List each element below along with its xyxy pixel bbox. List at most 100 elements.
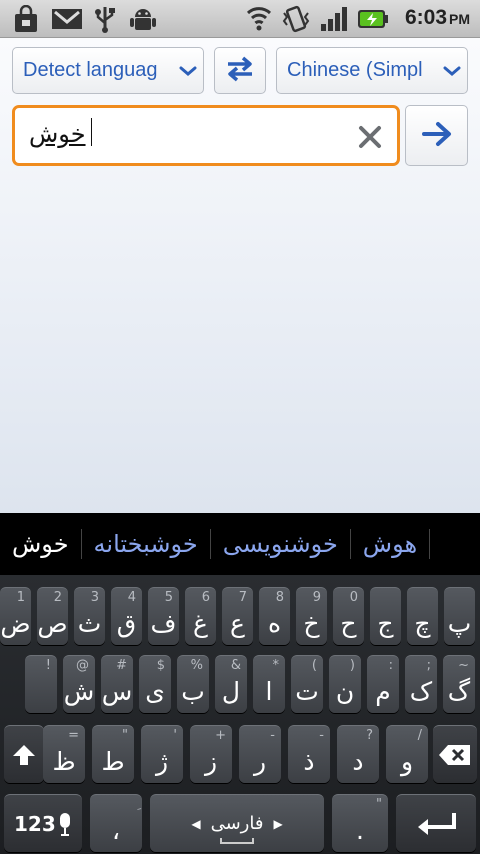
key-hint: = — [68, 728, 79, 743]
key[interactable]: = ظ — [43, 725, 85, 783]
key[interactable]: ; ک — [405, 655, 437, 713]
key[interactable]: 8ه — [259, 587, 290, 645]
key[interactable]: % ب — [177, 655, 209, 713]
key[interactable]: ج — [370, 587, 401, 645]
key-label: چ — [414, 609, 431, 638]
android-debug-icon — [127, 5, 159, 33]
key[interactable]: -ذ — [288, 725, 330, 783]
key-label: پ — [447, 609, 472, 638]
gmail-icon — [50, 5, 84, 33]
suggestion-list: خوش خوشبختانه خوشنویسی هوش — [0, 513, 431, 575]
microphone-icon — [4, 795, 82, 852]
input-text: خوش — [29, 120, 86, 148]
suggestion-item[interactable]: خوشنویسی — [211, 530, 350, 558]
source-language-label: Detect languag — [23, 59, 158, 81]
key-label: ق — [116, 609, 137, 638]
key-hint: " — [376, 797, 382, 812]
usb-icon — [90, 5, 120, 33]
key[interactable]: ~ گ — [443, 655, 475, 713]
shift-arrow-icon — [4, 726, 44, 783]
period-key[interactable]: ". — [332, 794, 388, 852]
key[interactable]: * ا — [253, 655, 285, 713]
key-label: ه — [267, 609, 282, 638]
key[interactable]: 6غ — [185, 587, 216, 645]
key[interactable]: 7ع — [222, 587, 253, 645]
translator-app: Detect languag Chinese (Simpl خوش — [0, 38, 480, 513]
key[interactable]: 2ص — [37, 587, 68, 645]
key[interactable]: 3ث — [74, 587, 105, 645]
backspace-key[interactable] — [433, 725, 477, 783]
translate-input[interactable]: خوش — [12, 105, 400, 166]
key-hint: @ — [76, 658, 89, 673]
suggestion-primary[interactable]: خوش — [0, 530, 81, 558]
key[interactable]: ? د — [337, 725, 379, 783]
comma-key[interactable]: ِ، — [90, 794, 142, 852]
key[interactable]: / و — [386, 725, 428, 783]
key[interactable]: 0ح — [333, 587, 364, 645]
numbers-voice-key[interactable]: 123 — [4, 794, 82, 852]
key[interactable]: 1ض — [0, 587, 31, 645]
key-label: ا — [265, 677, 273, 706]
key[interactable]: @ ش — [63, 655, 95, 713]
key[interactable]: :م — [367, 655, 399, 713]
key[interactable]: (ت — [291, 655, 323, 713]
key-label: ظ — [52, 747, 76, 776]
key-hint: ? — [366, 728, 373, 743]
suggestion-item[interactable]: هوش — [351, 530, 429, 558]
soft-keyboard: پ چ ج 0 ح 9 خ 8 ه 7 ع 6 غ 5 ف 4 ق 3 ث 2 ص 1 ض ~ گ; ک: م) ن(ت * ا & ل% ب $… — [0, 575, 480, 854]
key-hint: ' — [173, 728, 177, 743]
key[interactable]: 5ف — [148, 587, 179, 645]
key-hint: & — [230, 658, 241, 673]
key-hint: ( — [311, 658, 317, 673]
swap-languages-button[interactable] — [214, 47, 266, 94]
key-label: گ — [447, 677, 471, 706]
key[interactable]: # س — [101, 655, 133, 713]
backspace-icon — [433, 726, 477, 783]
key[interactable]: + ز — [190, 725, 232, 783]
key-label: ت — [295, 677, 319, 706]
key-label: د — [352, 747, 364, 776]
key-hint: 8 — [275, 590, 284, 605]
clear-input-button[interactable] — [355, 122, 385, 152]
key[interactable]: ) ن — [329, 655, 361, 713]
key[interactable]: " ط — [92, 725, 134, 783]
status-bar: 6:03 PM — [0, 0, 480, 38]
key-label: ز — [204, 747, 218, 776]
key[interactable]: $ ی — [139, 655, 171, 713]
key-hint: 6 — [201, 590, 210, 605]
key-label: و — [400, 747, 414, 776]
space-key[interactable]: ◀ فارسی ▶ — [150, 794, 324, 852]
key-hint: 5 — [164, 590, 173, 605]
key-label: ث — [77, 609, 102, 638]
key-label: ص — [37, 609, 68, 638]
source-language-dropdown[interactable]: Detect languag — [12, 47, 204, 94]
target-language-dropdown[interactable]: Chinese (Simpl — [276, 47, 468, 94]
key-hint: + — [215, 728, 226, 743]
translate-button[interactable] — [405, 105, 468, 166]
shift-key[interactable] — [4, 725, 44, 783]
key[interactable]: چ — [407, 587, 438, 645]
key[interactable]: ! — [25, 655, 57, 713]
suggestion-item[interactable]: خوشبختانه — [82, 530, 210, 558]
key[interactable]: 9خ — [296, 587, 327, 645]
key-hint: ! — [45, 658, 51, 673]
battery-charging-icon — [356, 5, 390, 33]
chevron-right-icon: ▶ — [273, 816, 283, 831]
key-hint: 7 — [238, 590, 247, 605]
enter-key[interactable] — [396, 794, 476, 852]
key[interactable]: & ل — [215, 655, 247, 713]
key[interactable]: 4ق — [111, 587, 142, 645]
swap-arrows-icon — [225, 54, 255, 88]
key[interactable]: -ر — [239, 725, 281, 783]
space-language-label: فارسی — [210, 813, 264, 834]
key-label: ل — [221, 677, 241, 706]
key-hint: * — [272, 658, 280, 673]
clock: 6:03 PM — [404, 6, 470, 29]
text-cursor — [91, 118, 92, 146]
key[interactable]: ' ژ — [141, 725, 183, 783]
key-label: س — [101, 677, 133, 706]
key-hint: - — [270, 728, 275, 743]
close-icon — [359, 126, 381, 148]
key[interactable]: پ — [444, 587, 475, 645]
key-label: ی — [145, 677, 165, 706]
